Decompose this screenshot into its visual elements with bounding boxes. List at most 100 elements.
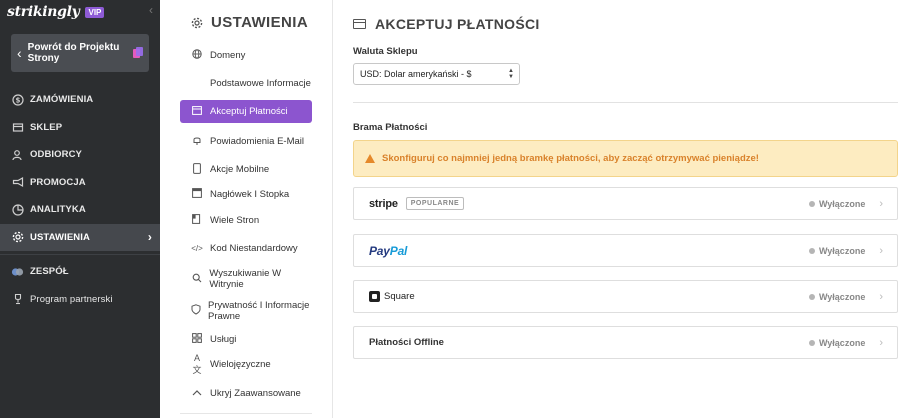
status-badge: Wyłączone [808, 199, 865, 209]
chevron-right-icon: › [879, 197, 883, 210]
sidebar-item-label: SKLEP [30, 121, 63, 133]
vip-badge: VIP [85, 6, 105, 18]
status-dot [808, 339, 815, 346]
section-divider [353, 102, 898, 103]
menu-item-hide-advanced[interactable]: Ukryj Zaawansowane [180, 377, 312, 409]
sidebar-item-audience[interactable]: ODBIORCY [0, 141, 160, 169]
brand-logo: strikingly [7, 4, 80, 20]
pages-icon [191, 213, 203, 227]
store-icon [11, 121, 24, 134]
sidebar-nav: $ ZAMÓWIENIA SKLEP ODBIORCY PROMOCJA ANA… [0, 86, 160, 313]
settings-menu: Domeny Podstawowe Informacje Akceptuj Pł… [180, 42, 312, 409]
select-caret-icon: ▲ ▼ [508, 68, 514, 80]
brand[interactable]: strikingly VIP [7, 3, 105, 21]
main-content: AKCEPTUJ PŁATNOŚCI Waluta Sklepu USD: Do… [353, 0, 898, 418]
chevron-right-icon: › [879, 336, 883, 349]
menu-item-services[interactable]: Usługi [180, 327, 312, 352]
sidebar-item-orders[interactable]: $ ZAMÓWIENIA [0, 86, 160, 114]
menu-item-label: Wiele Stron [210, 214, 260, 226]
menu-item-multilingual[interactable]: A文 Wielojęzyczne [180, 352, 312, 377]
gateway-stripe[interactable]: stripe POPULARNE Wyłączone › [353, 187, 898, 220]
settings-title: USTAWIENIA [191, 14, 308, 31]
currency-label: Waluta Sklepu [353, 46, 418, 57]
svg-text:$: $ [15, 96, 20, 104]
page-title: AKCEPTUJ PŁATNOŚCI [353, 16, 540, 32]
sidebar-item-label: ODBIORCY [30, 149, 82, 161]
menu-item-label: Kod Niestandardowy [210, 242, 298, 254]
menu-item-label: Wielojęzyczne [210, 359, 271, 370]
menu-item-label: Domeny [210, 49, 246, 61]
status-dot [808, 247, 815, 254]
sidebar-item-promotion[interactable]: PROMOCJA [0, 169, 160, 197]
menu-item-label: Akcje Mobilne [210, 164, 270, 175]
sidebar-item-settings[interactable]: USTAWIENIA › [0, 223, 160, 251]
search-icon [191, 273, 202, 286]
gateway-offline[interactable]: Płatności Offline Wyłączone › [353, 326, 898, 359]
menu-item-multiple-pages[interactable]: Wiele Stron [180, 207, 312, 233]
sidebar-item-label: USTAWIENIA [30, 231, 90, 243]
gateway-paypal[interactable]: PayPal Wyłączone › [353, 234, 898, 267]
header-icon [191, 188, 203, 201]
menu-item-email-notifications[interactable]: Powiadomienia E-Mail [180, 125, 312, 157]
mobile-icon [191, 162, 203, 177]
sidebar-item-store[interactable]: SKLEP [0, 114, 160, 142]
chevron-up-icon [191, 388, 203, 399]
gateway-label: Brama Płatności [353, 122, 428, 133]
currency-select-value: USD: Dolar amerykański - $ [360, 69, 472, 79]
menu-item-basic-info[interactable]: Podstawowe Informacje [180, 68, 312, 98]
warning-alert: Skonfiguruj co najmniej jedną bramkę pła… [353, 140, 898, 177]
status-text: Wyłączone [818, 337, 866, 348]
back-to-site-button[interactable]: ‹ Powrót do Projektu Strony [11, 34, 149, 72]
settings-panel: USTAWIENIA Domeny Podstawowe Informacje … [160, 0, 333, 418]
menu-item-header-footer[interactable]: Nagłówek I Stopka [180, 182, 312, 207]
users-icon [11, 148, 24, 161]
menu-item-label: Prywatność I Informacje Prawne [208, 300, 310, 322]
gateway-square[interactable]: Square Wyłączone › [353, 280, 898, 313]
megaphone-icon [11, 176, 24, 189]
menu-item-site-search[interactable]: Wyszukiwanie W Witrynie [180, 263, 312, 295]
menu-item-custom-code[interactable]: </> Kod Niestandardowy [180, 233, 312, 263]
menu-item-mobile-actions[interactable]: Akcje Mobilne [180, 157, 312, 182]
sidebar-item-analytics[interactable]: ANALITYKA [0, 196, 160, 224]
menu-item-domains[interactable]: Domeny [180, 42, 312, 68]
offline-payments-label: Płatności Offline [369, 337, 444, 348]
sidebar-item-label: ANALITYKA [30, 204, 86, 216]
sidebar-item-label: ZESPÓŁ [30, 266, 69, 278]
main-sidebar: strikingly VIP ‹ ‹ Powrót do Projektu St… [0, 0, 160, 418]
globe-icon [191, 48, 203, 62]
card-icon [191, 105, 203, 118]
gear-icon [11, 231, 24, 244]
sidebar-item-label: ZAMÓWIENIA [30, 94, 94, 106]
status-badge: Wyłączone [808, 337, 866, 348]
warning-icon [365, 154, 375, 163]
menu-item-label: Nagłówek I Stopka [210, 189, 290, 200]
menu-item-label: Powiadomienia E-Mail [210, 135, 304, 147]
sidebar-item-partner-program[interactable]: Program partnerski [0, 286, 160, 314]
settings-title-text: USTAWIENIA [211, 14, 309, 31]
shield-icon [191, 304, 201, 318]
gear-icon [191, 17, 203, 29]
square-icon [369, 291, 380, 302]
stripe-logo: stripe [369, 197, 398, 210]
grid-icon [191, 333, 203, 346]
collapse-sidebar-icon[interactable]: ‹ [149, 3, 153, 17]
sidebar-item-label: PROMOCJA [30, 176, 86, 188]
chevron-left-icon: ‹ [17, 45, 22, 61]
menu-item-privacy-legal[interactable]: Prywatność I Informacje Prawne [180, 295, 312, 327]
chevron-right-icon: › [879, 290, 883, 303]
dollar-icon: $ [11, 93, 24, 106]
chevron-right-icon: › [879, 244, 883, 257]
menu-item-accept-payments[interactable]: Akceptuj Płatności [180, 100, 312, 123]
bell-icon [191, 135, 203, 148]
status-dot [808, 200, 815, 207]
popular-badge: POPULARNE [405, 197, 465, 210]
currency-select[interactable]: USD: Dolar amerykański - $ ▲ ▼ [353, 63, 520, 85]
code-icon: </> [191, 243, 203, 253]
team-icon [11, 265, 24, 278]
menu-divider [180, 413, 312, 414]
status-badge: Wyłączone [808, 246, 865, 256]
chevron-right-icon: › [147, 230, 152, 245]
sidebar-item-team[interactable]: ZESPÓŁ [0, 258, 160, 286]
sidebar-divider [0, 254, 160, 255]
status-text: Wyłączone [818, 291, 866, 302]
